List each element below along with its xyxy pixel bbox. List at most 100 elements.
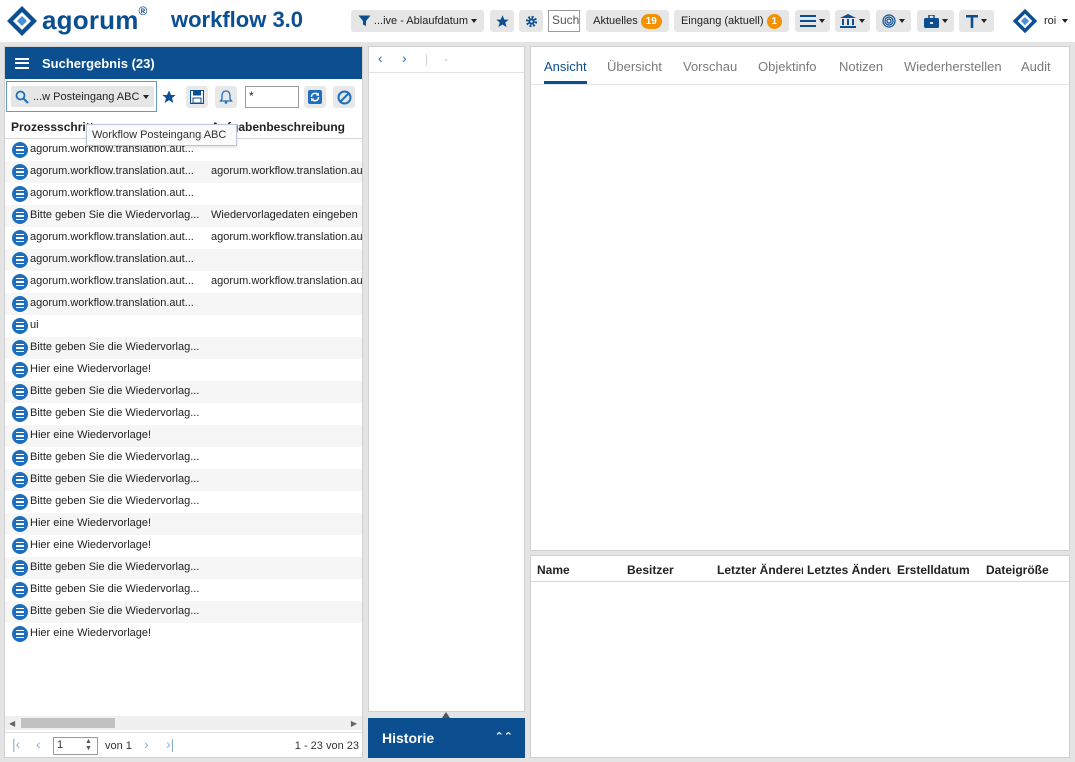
table-row[interactable]: Hier eine Wiedervorlage! (5, 513, 362, 535)
global-search-input[interactable]: Suche (548, 10, 580, 32)
task-list-icon (12, 538, 28, 554)
history-bar[interactable]: Historie ⌃⌃ (368, 718, 525, 758)
active-tab-indicator (544, 81, 587, 84)
table-row[interactable]: agorum.workflow.translation.aut... agorum… (5, 271, 362, 293)
tab-vorschau[interactable]: Vorschau (683, 59, 737, 74)
tab-wiederherstellen[interactable]: Wiederherstellen (904, 59, 1002, 74)
main-menu-button[interactable] (795, 10, 830, 32)
task-list-icon (12, 208, 28, 224)
refresh-button[interactable] (304, 86, 326, 108)
table-row[interactable]: Bitte geben Sie die Wiedervorlag... (5, 337, 362, 359)
process-step-cell: agorum.workflow.translation.aut... (30, 253, 194, 265)
table-row[interactable]: Hier eine Wiedervorlage! (5, 425, 362, 447)
scroll-right-icon[interactable]: ▶ (351, 719, 357, 728)
table-row[interactable]: agorum.workflow.translation.aut... (5, 183, 362, 205)
table-row[interactable]: Bitte geben Sie die Wiedervorlag... (5, 381, 362, 403)
detail-tabs: Ansicht Übersicht Vorschau Objektinfo No… (531, 47, 1069, 85)
tab-audit[interactable]: Audit (1021, 59, 1051, 74)
column-header-name[interactable]: Name (537, 563, 622, 577)
nav-back-icon[interactable]: ‹ (378, 50, 383, 66)
tab-uebersicht[interactable]: Übersicht (607, 59, 662, 74)
filter-dropdown[interactable]: ...ive - Ablaufdatum (351, 10, 484, 32)
favorites-button[interactable] (490, 10, 514, 32)
clear-search-button[interactable] (333, 86, 355, 108)
history-label: Historie (382, 730, 435, 746)
page-stepper-icon[interactable]: ▲ ▼ (85, 738, 92, 752)
saved-search-selector[interactable]: ...w Posteingang ABC (6, 81, 157, 112)
scroll-left-icon[interactable]: ◀ (9, 719, 15, 728)
table-row[interactable]: Hier eine Wiedervorlage! (5, 359, 362, 381)
table-row[interactable]: ui (5, 315, 362, 337)
task-list-icon (12, 582, 28, 598)
notification-button[interactable] (215, 86, 237, 108)
column-header-created[interactable]: Erstelldatum (897, 563, 981, 577)
last-page-icon[interactable]: ›| (166, 736, 174, 752)
task-list-icon (12, 296, 28, 312)
table-row[interactable]: agorum.workflow.translation.aut... (5, 249, 362, 271)
tab-objektinfo[interactable]: Objektinfo (758, 59, 817, 74)
nav-forward-icon[interactable]: › (402, 50, 407, 66)
task-list-icon (12, 164, 28, 180)
toolbox-menu-button[interactable] (917, 10, 954, 32)
save-search-button[interactable] (186, 86, 208, 108)
next-page-icon[interactable]: › (144, 736, 149, 752)
bell-icon (219, 90, 233, 104)
table-row[interactable]: Bitte geben Sie die Wiedervorlag... (5, 447, 362, 469)
settings-button[interactable] (519, 10, 543, 32)
task-list-icon (12, 560, 28, 576)
tab-notizen[interactable]: Notizen (839, 59, 883, 74)
task-list-icon (12, 428, 28, 444)
table-row[interactable]: agorum.workflow.translation.aut... (5, 293, 362, 315)
eingang-button[interactable]: Eingang (aktuell) 1 (674, 10, 789, 32)
table-row[interactable]: Bitte geben Sie die Wiedervorlag... (5, 579, 362, 601)
aktuelles-count-badge: 19 (640, 13, 662, 29)
column-header-last-editor[interactable]: Letzter Änderer (717, 563, 803, 577)
task-list-icon (12, 142, 28, 158)
archive-menu-button[interactable] (835, 10, 870, 32)
user-menu[interactable]: roi (1012, 8, 1069, 34)
star-icon (162, 90, 176, 103)
fingerprint-menu-button[interactable] (876, 10, 911, 32)
process-step-cell: Bitte geben Sie die Wiedervorlag... (30, 605, 200, 617)
process-step-cell: Bitte geben Sie die Wiedervorlag... (30, 495, 200, 507)
column-header-last-modified[interactable]: Letztes Änderungsdatum (807, 563, 891, 577)
process-step-cell: Hier eine Wiedervorlage! (30, 429, 152, 441)
scrollbar-thumb[interactable] (21, 718, 115, 728)
process-step-cell: ui (30, 319, 39, 331)
fingerprint-icon (882, 14, 896, 28)
table-row[interactable]: Bitte geben Sie die Wiedervorlag... (5, 557, 362, 579)
tab-ansicht[interactable]: Ansicht (544, 59, 587, 74)
saved-search-dropdown[interactable]: ...w Posteingang ABC (11, 86, 154, 107)
task-list-icon (12, 340, 28, 356)
first-page-icon[interactable]: |‹ (12, 736, 20, 752)
task-list-icon (12, 406, 28, 422)
chevron-down-icon (1062, 19, 1069, 23)
column-header-owner[interactable]: Besitzer (627, 563, 712, 577)
task-list-icon (12, 384, 28, 400)
table-row[interactable]: Bitte geben Sie die Wiedervorlag... (5, 491, 362, 513)
table-row[interactable]: Hier eine Wiedervorlage! (5, 623, 362, 645)
table-row[interactable]: Bitte geben Sie die Wiedervorlag... (5, 601, 362, 623)
aktuelles-button[interactable]: Aktuelles 19 (586, 10, 669, 32)
process-step-cell: Bitte geben Sie die Wiedervorlag... (30, 561, 200, 573)
process-step-cell: Bitte geben Sie die Wiedervorlag... (30, 385, 200, 397)
horizontal-scrollbar[interactable]: ◀ ▶ (5, 716, 362, 730)
column-header-file-size[interactable]: Dateigröße (986, 563, 1070, 577)
search-icon (15, 90, 29, 104)
table-row[interactable]: Hier eine Wiedervorlage! (5, 535, 362, 557)
table-row[interactable]: Bitte geben Sie die Wiedervorlag... (5, 469, 362, 491)
column-header-step[interactable]: Prozessschritt (11, 120, 94, 134)
table-row[interactable]: agorum.workflow.translation.aut... agorum… (5, 161, 362, 183)
result-range-label: 1 - 23 von 23 (294, 740, 359, 752)
history-nav: ‹ › | - (369, 47, 524, 73)
table-row[interactable]: Bitte geben Sie die Wiedervorlag... (5, 403, 362, 425)
text-menu-button[interactable] (959, 10, 994, 32)
filter-input[interactable]: * (245, 86, 299, 108)
table-row[interactable]: Bitte geben Sie die Wiedervorlag... Wiede… (5, 205, 362, 227)
expand-up-icon[interactable]: ⌃⌃ (495, 730, 513, 743)
favorite-search-button[interactable] (158, 86, 180, 108)
table-row[interactable]: agorum.workflow.translation.aut... agorum… (5, 227, 362, 249)
nav-path: - (444, 52, 448, 66)
hamburger-icon[interactable] (15, 57, 29, 69)
previous-page-icon[interactable]: ‹ (36, 736, 41, 752)
